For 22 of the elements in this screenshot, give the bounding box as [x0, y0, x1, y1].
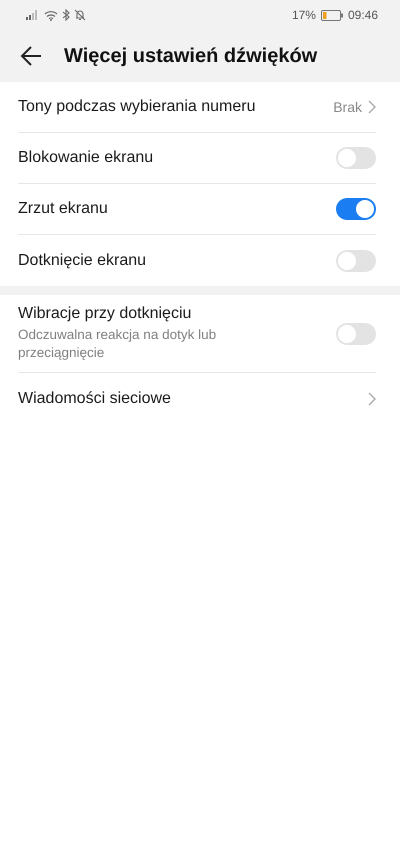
setting-label: Blokowanie ekranu — [18, 149, 154, 167]
setting-value: Brak — [333, 99, 362, 115]
battery-icon — [320, 10, 343, 20]
toggle-switch[interactable] — [336, 250, 376, 272]
battery-percent: 17% — [292, 8, 316, 22]
setting-label: Zrzut ekranu — [18, 200, 108, 218]
toggle-switch[interactable] — [336, 322, 376, 344]
bell-off-icon — [74, 9, 86, 21]
setting-label: Wiadomości sieciowe — [18, 390, 171, 408]
chevron-icon — [368, 100, 376, 114]
setting-label: Tony podczas wybierania numeru — [18, 98, 256, 116]
bluetooth-icon — [62, 9, 70, 21]
page-title: Więcej ustawień dźwięków — [64, 44, 318, 68]
signal-icon — [26, 10, 40, 20]
toggle-switch[interactable] — [336, 198, 376, 220]
chevron-icon — [368, 392, 376, 406]
setting-label: Dotknięcie ekranu — [18, 252, 146, 270]
wifi-icon — [44, 10, 58, 20]
clock: 09:46 — [348, 8, 378, 22]
setting-description: Odczuwalna reakcja na dotyk lub przeciągnięcie — [18, 326, 218, 362]
setting-label: Wibracje przy dotknięciu — [18, 305, 192, 323]
toggle-switch[interactable] — [336, 147, 376, 169]
